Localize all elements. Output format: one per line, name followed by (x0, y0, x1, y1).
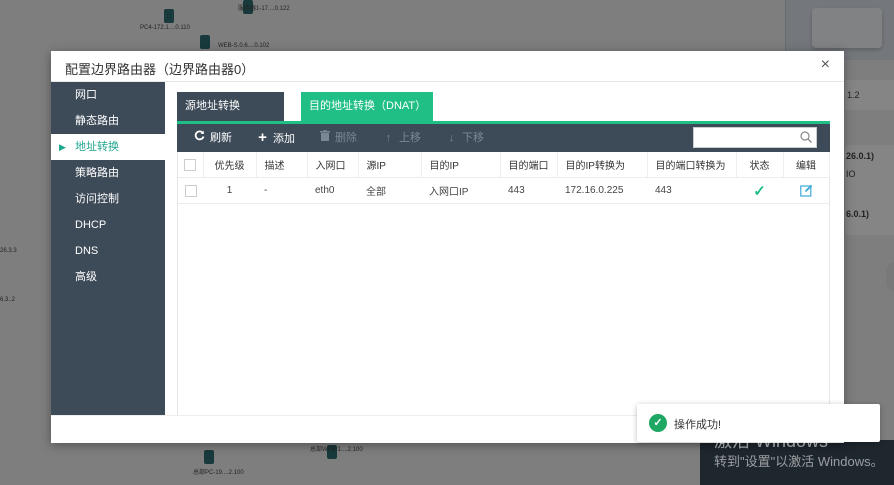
activation-watermark-title: 激活 Windows (714, 431, 829, 451)
sidebar-item-label: 地址转换 (75, 141, 119, 153)
close-icon[interactable]: × (821, 57, 830, 73)
source-ip-cell: 全部 (358, 177, 421, 204)
select-all-header (178, 152, 204, 178)
activation-watermark-subtitle: 转到"设置"以激活 Windows。 (714, 454, 884, 469)
add-button[interactable]: + 添加 (256, 124, 295, 152)
sidebar: 网口 静态路由 ▶ 地址转换 策略路由 访问控制 DHCP DNS 高级 (51, 82, 165, 415)
row-checkbox[interactable] (184, 184, 197, 197)
move-down-label: 下移 (462, 132, 484, 144)
edit-icon[interactable] (799, 184, 813, 197)
table-header-row: 优先级 描述 入网口 源IP 目的IP 目的端口 目的IP转换为 目的端口转换为… (178, 152, 830, 178)
sidebar-item-label: 网口 (75, 89, 97, 101)
move-up-button[interactable]: ↑ 上移 (382, 124, 421, 152)
sidebar-item-label: DHCP (75, 219, 107, 231)
arrow-down-icon: ↓ (448, 132, 455, 144)
check-icon: ✓ (753, 182, 766, 200)
dnat-table-container: 优先级 描述 入网口 源IP 目的IP 目的端口 目的IP转换为 目的端口转换为… (177, 152, 830, 415)
move-up-label: 上移 (399, 132, 421, 144)
main-content: 源地址转换（SNAT） 目的地址转换（DNAT） 刷新 + 添加 删除 ↑ 上移 ↓ (177, 82, 830, 415)
sidebar-item-nat[interactable]: ▶ 地址转换 (51, 134, 165, 160)
dialog-header: 配置边界路由器（边界路由器0） × (51, 51, 844, 82)
dnat-table: 优先级 描述 入网口 源IP 目的IP 目的端口 目的IP转换为 目的端口转换为… (178, 152, 830, 204)
refresh-button[interactable]: 刷新 (193, 124, 232, 152)
status-cell: ✓ (736, 177, 783, 204)
refresh-label: 刷新 (210, 132, 232, 144)
column-header: 目的端口 (500, 152, 558, 178)
tab-bar: 源地址转换（SNAT） 目的地址转换（DNAT） (177, 92, 830, 141)
description-cell: - (256, 177, 307, 204)
search-box (693, 127, 817, 148)
move-down-button[interactable]: ↓ 下移 (445, 124, 484, 152)
column-header: 目的端口转换为 (647, 152, 737, 178)
translated-port-cell: 443 (647, 177, 736, 204)
table-row: 1 - eth0 全部 入网口IP 443 172.16.0.225 443 ✓ (178, 177, 829, 204)
sidebar-item-label: 高级 (75, 271, 97, 283)
sidebar-item-label: 静态路由 (75, 115, 119, 127)
sidebar-item-label: DNS (75, 245, 99, 257)
dialog-title: 配置边界路由器（边界路由器0） (65, 62, 255, 77)
destination-ip-cell: 入网口IP (421, 177, 500, 204)
plus-icon: + (258, 129, 267, 146)
sidebar-item-ports[interactable]: 网口 (51, 82, 165, 108)
column-header: 描述 (256, 152, 308, 178)
config-dialog: 配置边界路由器（边界路由器0） × 网口 静态路由 ▶ 地址转换 策略路由 访问控… (51, 51, 844, 443)
ingress-interface-cell: eth0 (307, 177, 358, 204)
triangle-right-icon: ▶ (59, 142, 66, 152)
sidebar-item-label: 访问控制 (75, 193, 119, 205)
add-label: 添加 (273, 133, 295, 145)
column-header: 优先级 (203, 152, 257, 178)
sidebar-item-dhcp[interactable]: DHCP (51, 212, 165, 238)
sidebar-item-advanced[interactable]: 高级 (51, 264, 165, 290)
arrow-up-icon: ↑ (385, 132, 392, 144)
toolbar: 刷新 + 添加 删除 ↑ 上移 ↓ 下移 (177, 124, 830, 152)
sidebar-item-access-control[interactable]: 访问控制 (51, 186, 165, 212)
column-header: 入网口 (307, 152, 359, 178)
translated-ip-cell: 172.16.0.225 (557, 177, 647, 204)
column-header: 目的IP (421, 152, 501, 178)
column-header: 编辑 (783, 152, 830, 178)
column-header: 源IP (358, 152, 422, 178)
column-header: 状态 (736, 152, 784, 178)
sidebar-item-dns[interactable]: DNS (51, 238, 165, 264)
sidebar-item-policy-route[interactable]: 策略路由 (51, 160, 165, 186)
success-check-icon: ✓ (649, 414, 667, 432)
select-all-checkbox[interactable] (184, 158, 197, 171)
tab-dnat[interactable]: 目的地址转换（DNAT） (301, 92, 433, 121)
search-input[interactable] (694, 128, 798, 147)
priority-cell: 1 (203, 177, 256, 204)
refresh-icon (193, 124, 206, 152)
trash-icon (318, 124, 331, 152)
sidebar-item-static-route[interactable]: 静态路由 (51, 108, 165, 134)
column-header: 目的IP转换为 (557, 152, 648, 178)
destination-port-cell: 443 (500, 177, 557, 204)
delete-label: 删除 (335, 132, 357, 144)
delete-button[interactable]: 删除 (318, 124, 357, 152)
sidebar-item-label: 策略路由 (75, 167, 119, 179)
edit-cell (783, 177, 829, 204)
tab-snat[interactable]: 源地址转换（SNAT） (177, 92, 284, 141)
row-select-cell (178, 177, 203, 204)
search-icon[interactable] (800, 131, 812, 143)
